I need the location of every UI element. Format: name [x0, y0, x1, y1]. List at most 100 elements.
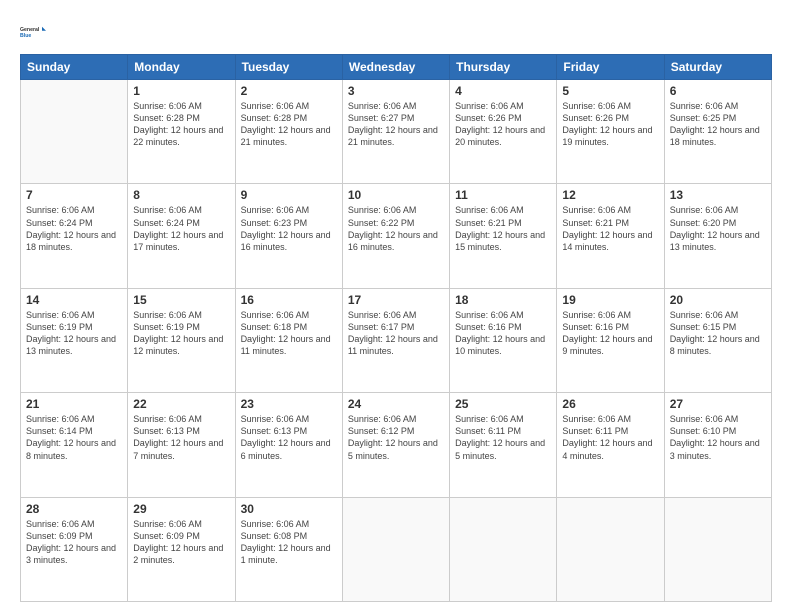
calendar-week-row: 21 Sunrise: 6:06 AMSunset: 6:14 PMDayligh…: [21, 393, 772, 497]
header: GeneralBlue: [20, 18, 772, 46]
calendar-cell: 1Sunrise: 6:06 AMSunset: 6:28 PMDaylight…: [128, 80, 235, 184]
day-number: 20: [670, 293, 766, 307]
cell-sun-info: Sunrise: 6:06 AMSunset: 6:24 PMDaylight:…: [26, 204, 122, 253]
weekday-header-wednesday: Wednesday: [342, 55, 449, 80]
day-number: 14: [26, 293, 122, 307]
day-number: 18: [455, 293, 551, 307]
day-number: 2: [241, 84, 337, 98]
cell-sun-info: Sunrise: 6:06 AMSunset: 6:21 PMDaylight:…: [562, 204, 658, 253]
cell-sun-info: Sunrise: 6:06 AMSunset: 6:25 PMDaylight:…: [670, 100, 766, 149]
weekday-header-thursday: Thursday: [450, 55, 557, 80]
day-number: 30: [241, 502, 337, 516]
calendar-cell: 30 Sunrise: 6:06 AMSunset: 6:08 PMDayligh…: [235, 497, 342, 601]
cell-sun-info: Sunrise: 6:06 AMSunset: 6:12 PMDaylight:…: [348, 413, 444, 462]
calendar-cell: 23 Sunrise: 6:06 AMSunset: 6:13 PMDayligh…: [235, 393, 342, 497]
day-number: 10: [348, 188, 444, 202]
cell-sun-info: Sunrise: 6:06 AMSunset: 6:26 PMDaylight:…: [562, 100, 658, 149]
calendar-cell: 24 Sunrise: 6:06 AMSunset: 6:12 PMDayligh…: [342, 393, 449, 497]
cell-sun-info: Sunrise: 6:06 AMSunset: 6:28 PMDaylight:…: [133, 100, 229, 149]
calendar-cell: [342, 497, 449, 601]
calendar-cell: [450, 497, 557, 601]
calendar-cell: 29 Sunrise: 6:06 AMSunset: 6:09 PMDayligh…: [128, 497, 235, 601]
cell-sun-info: Sunrise: 6:06 AMSunset: 6:17 PMDaylight:…: [348, 309, 444, 358]
weekday-header-saturday: Saturday: [664, 55, 771, 80]
day-number: 24: [348, 397, 444, 411]
weekday-header-sunday: Sunday: [21, 55, 128, 80]
cell-sun-info: Sunrise: 6:06 AMSunset: 6:16 PMDaylight:…: [562, 309, 658, 358]
calendar-week-row: 1Sunrise: 6:06 AMSunset: 6:28 PMDaylight…: [21, 80, 772, 184]
svg-text:General: General: [20, 27, 40, 33]
day-number: 13: [670, 188, 766, 202]
cell-sun-info: Sunrise: 6:06 AMSunset: 6:15 PMDaylight:…: [670, 309, 766, 358]
day-number: 25: [455, 397, 551, 411]
day-number: 27: [670, 397, 766, 411]
cell-sun-info: Sunrise: 6:06 AMSunset: 6:16 PMDaylight:…: [455, 309, 551, 358]
logo-icon: GeneralBlue: [20, 18, 48, 46]
cell-sun-info: Sunrise: 6:06 AMSunset: 6:13 PMDaylight:…: [133, 413, 229, 462]
calendar-cell: 2 Sunrise: 6:06 AMSunset: 6:28 PMDaylight…: [235, 80, 342, 184]
cell-sun-info: Sunrise: 6:06 AMSunset: 6:09 PMDaylight:…: [133, 518, 229, 567]
calendar-cell: 11Sunrise: 6:06 AMSunset: 6:21 PMDayligh…: [450, 184, 557, 288]
calendar-cell: 14 Sunrise: 6:06 AMSunset: 6:19 PMDayligh…: [21, 288, 128, 392]
day-number: 15: [133, 293, 229, 307]
day-number: 8: [133, 188, 229, 202]
logo: GeneralBlue: [20, 18, 48, 46]
cell-sun-info: Sunrise: 6:06 AMSunset: 6:23 PMDaylight:…: [241, 204, 337, 253]
calendar-cell: 17 Sunrise: 6:06 AMSunset: 6:17 PMDayligh…: [342, 288, 449, 392]
calendar-cell: 12 Sunrise: 6:06 AMSunset: 6:21 PMDayligh…: [557, 184, 664, 288]
cell-sun-info: Sunrise: 6:06 AMSunset: 6:19 PMDaylight:…: [133, 309, 229, 358]
weekday-header-tuesday: Tuesday: [235, 55, 342, 80]
day-number: 5: [562, 84, 658, 98]
cell-sun-info: Sunrise: 6:06 AMSunset: 6:10 PMDaylight:…: [670, 413, 766, 462]
calendar-cell: 26 Sunrise: 6:06 AMSunset: 6:11 PMDayligh…: [557, 393, 664, 497]
day-number: 11: [455, 188, 551, 202]
calendar-cell: 4 Sunrise: 6:06 AMSunset: 6:26 PMDaylight…: [450, 80, 557, 184]
calendar-cell: [664, 497, 771, 601]
cell-sun-info: Sunrise: 6:06 AMSunset: 6:14 PMDaylight:…: [26, 413, 122, 462]
cell-sun-info: Sunrise: 6:06 AMSunset: 6:08 PMDaylight:…: [241, 518, 337, 567]
calendar-week-row: 28 Sunrise: 6:06 AMSunset: 6:09 PMDayligh…: [21, 497, 772, 601]
day-number: 19: [562, 293, 658, 307]
day-number: 23: [241, 397, 337, 411]
weekday-header-row: SundayMondayTuesdayWednesdayThursdayFrid…: [21, 55, 772, 80]
calendar-cell: 28Sunrise: 6:06 AMSunset: 6:09 PMDayligh…: [21, 497, 128, 601]
calendar-cell: 6 Sunrise: 6:06 AMSunset: 6:25 PMDaylight…: [664, 80, 771, 184]
calendar-cell: [557, 497, 664, 601]
calendar-cell: 21 Sunrise: 6:06 AMSunset: 6:14 PMDayligh…: [21, 393, 128, 497]
day-number: 3: [348, 84, 444, 98]
day-number: 22: [133, 397, 229, 411]
calendar-cell: 25 Sunrise: 6:06 AMSunset: 6:11 PMDayligh…: [450, 393, 557, 497]
day-number: 6: [670, 84, 766, 98]
cell-sun-info: Sunrise: 6:06 AMSunset: 6:13 PMDaylight:…: [241, 413, 337, 462]
cell-sun-info: Sunrise: 6:06 AMSunset: 6:27 PMDaylight:…: [348, 100, 444, 149]
weekday-header-friday: Friday: [557, 55, 664, 80]
calendar-cell: 10 Sunrise: 6:06 AMSunset: 6:22 PMDayligh…: [342, 184, 449, 288]
day-number: 26: [562, 397, 658, 411]
day-number: 9: [241, 188, 337, 202]
calendar-cell: 8Sunrise: 6:06 AMSunset: 6:24 PMDaylight…: [128, 184, 235, 288]
day-number: 28: [26, 502, 122, 516]
day-number: 4: [455, 84, 551, 98]
calendar-cell: 15 Sunrise: 6:06 AMSunset: 6:19 PMDayligh…: [128, 288, 235, 392]
day-number: 21: [26, 397, 122, 411]
calendar-cell: 5 Sunrise: 6:06 AMSunset: 6:26 PMDaylight…: [557, 80, 664, 184]
day-number: 7: [26, 188, 122, 202]
day-number: 12: [562, 188, 658, 202]
calendar-week-row: 7 Sunrise: 6:06 AMSunset: 6:24 PMDaylight…: [21, 184, 772, 288]
day-number: 29: [133, 502, 229, 516]
cell-sun-info: Sunrise: 6:06 AMSunset: 6:20 PMDaylight:…: [670, 204, 766, 253]
cell-sun-info: Sunrise: 6:06 AMSunset: 6:19 PMDaylight:…: [26, 309, 122, 358]
calendar-cell: 20 Sunrise: 6:06 AMSunset: 6:15 PMDayligh…: [664, 288, 771, 392]
calendar-cell: 18 Sunrise: 6:06 AMSunset: 6:16 PMDayligh…: [450, 288, 557, 392]
day-number: 17: [348, 293, 444, 307]
cell-sun-info: Sunrise: 6:06 AMSunset: 6:26 PMDaylight:…: [455, 100, 551, 149]
calendar-cell: 19 Sunrise: 6:06 AMSunset: 6:16 PMDayligh…: [557, 288, 664, 392]
calendar-cell: 27 Sunrise: 6:06 AMSunset: 6:10 PMDayligh…: [664, 393, 771, 497]
cell-sun-info: Sunrise: 6:06 AMSunset: 6:22 PMDaylight:…: [348, 204, 444, 253]
cell-sun-info: Sunrise: 6:06 AMSunset: 6:11 PMDaylight:…: [562, 413, 658, 462]
calendar-cell: 16Sunrise: 6:06 AMSunset: 6:18 PMDayligh…: [235, 288, 342, 392]
calendar-cell: 3 Sunrise: 6:06 AMSunset: 6:27 PMDaylight…: [342, 80, 449, 184]
calendar-week-row: 14 Sunrise: 6:06 AMSunset: 6:19 PMDayligh…: [21, 288, 772, 392]
cell-sun-info: Sunrise: 6:06 AMSunset: 6:11 PMDaylight:…: [455, 413, 551, 462]
cell-sun-info: Sunrise: 6:06 AMSunset: 6:28 PMDaylight:…: [241, 100, 337, 149]
